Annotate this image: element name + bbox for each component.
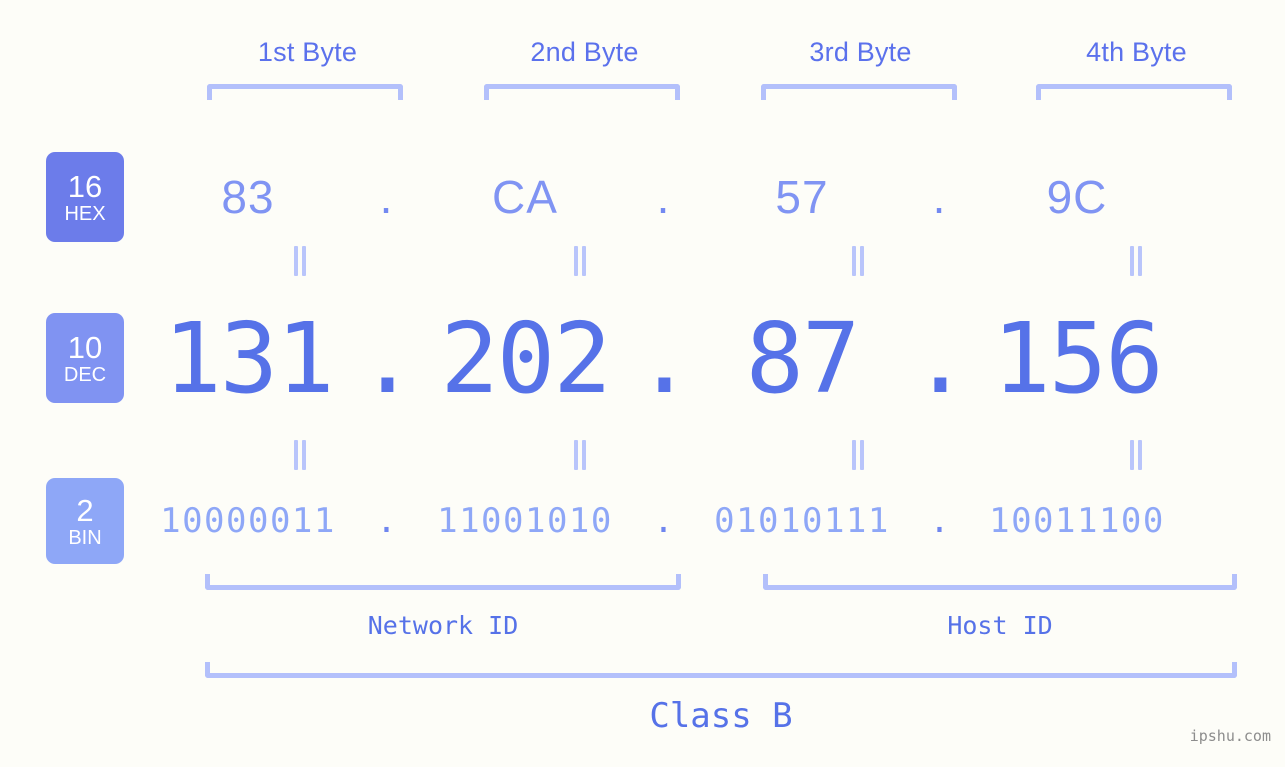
ip-address-breakdown-diagram: 1st Byte 2nd Byte 3rd Byte 4th Byte 16 H… [0, 0, 1285, 767]
bin-octet-1: 10000011 [160, 501, 336, 541]
class-bracket [205, 662, 1237, 678]
base-badge-hex-name: HEX [64, 202, 106, 225]
hex-separator-3: . [932, 171, 947, 223]
network-id-bracket [205, 574, 681, 590]
class-label: Class B [649, 696, 793, 736]
byte-label-3: 3rd Byte [809, 37, 912, 67]
dec-separator-3: . [911, 301, 969, 415]
dec-octet-1: 131 [163, 301, 334, 415]
hex-separator-2: . [656, 171, 671, 223]
binary-value-row: 10000011 . 11001010 . 01010111 . 1001110… [150, 486, 1275, 556]
host-id-bracket [763, 574, 1237, 590]
dec-octet-2: 202 [440, 301, 611, 415]
base-badge-bin-number: 2 [76, 492, 94, 528]
equals-icon-dec-bin-2 [573, 440, 587, 470]
bin-separator-1: . [376, 501, 397, 541]
hex-value-row: 83 . CA . 57 . 9C [150, 152, 1275, 242]
hex-octet-2: CA [492, 171, 558, 223]
network-id-label: Network ID [367, 611, 519, 640]
hex-octet-3: 57 [775, 171, 829, 223]
decimal-value-row: 131 . 202 . 87 . 156 [150, 296, 1275, 420]
site-watermark: ipshu.com [1189, 727, 1271, 745]
base-badge-bin: 2 BIN [46, 478, 124, 564]
base-badge-dec: 10 DEC [46, 313, 124, 403]
equals-icon-hex-dec-1 [293, 246, 307, 276]
byte-label-1: 1st Byte [257, 37, 358, 67]
equals-icon-dec-bin-1 [293, 440, 307, 470]
byte-label-4: 4th Byte [1086, 37, 1187, 67]
byte-bracket-2 [484, 84, 680, 100]
dec-separator-2: . [635, 301, 693, 415]
base-badge-hex-number: 16 [67, 168, 103, 204]
bin-separator-2: . [653, 501, 674, 541]
dec-separator-1: . [358, 301, 416, 415]
equals-icon-hex-dec-4 [1129, 246, 1143, 276]
hex-octet-1: 83 [221, 171, 275, 223]
host-id-label: Host ID [947, 611, 1053, 640]
byte-bracket-3 [761, 84, 957, 100]
equals-icon-dec-bin-3 [851, 440, 865, 470]
hex-octet-4: 9C [1046, 171, 1108, 223]
base-badge-dec-number: 10 [67, 329, 103, 365]
base-badge-bin-name: BIN [68, 526, 102, 549]
equals-icon-dec-bin-4 [1129, 440, 1143, 470]
bin-octet-3: 01010111 [714, 501, 890, 541]
dec-octet-3: 87 [745, 301, 861, 415]
bin-octet-4: 10011100 [989, 501, 1165, 541]
byte-bracket-1 [207, 84, 403, 100]
byte-bracket-4 [1036, 84, 1232, 100]
equals-icon-hex-dec-2 [573, 246, 587, 276]
byte-label-2: 2nd Byte [530, 37, 639, 67]
hex-separator-1: . [379, 171, 394, 223]
bin-octet-2: 11001010 [437, 501, 613, 541]
base-badge-dec-name: DEC [63, 363, 107, 386]
equals-icon-hex-dec-3 [851, 246, 865, 276]
dec-octet-4: 156 [992, 301, 1163, 415]
bin-separator-3: . [929, 501, 950, 541]
base-badge-hex: 16 HEX [46, 152, 124, 242]
